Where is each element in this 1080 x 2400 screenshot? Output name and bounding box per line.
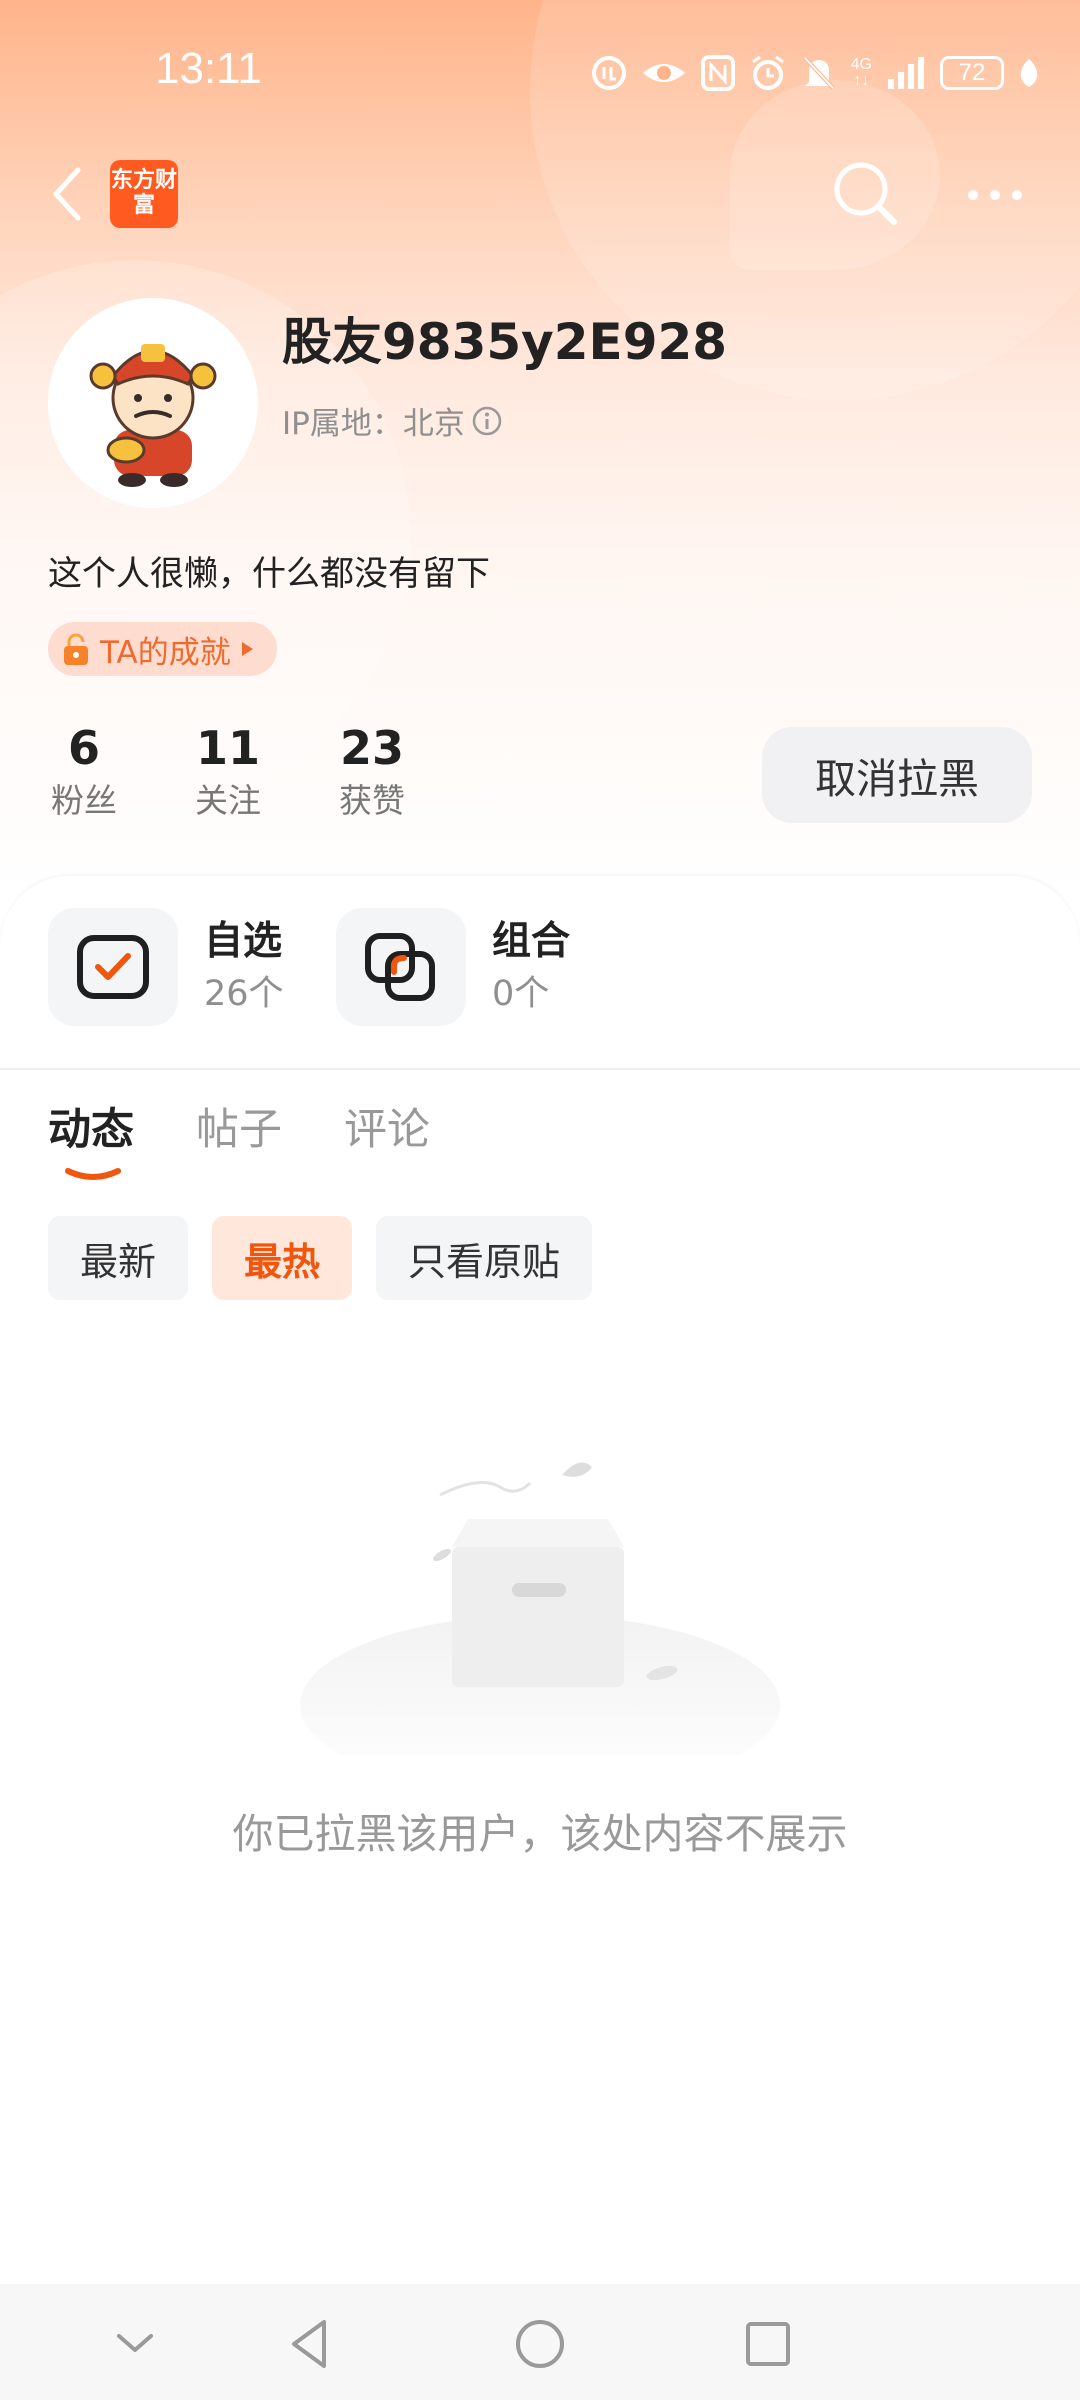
circle-home-icon <box>516 2320 564 2368</box>
stat-likes[interactable]: 23 获赞 <box>312 718 432 824</box>
watchlist-icon-box <box>48 908 178 1026</box>
leaf-icon <box>1020 59 1038 87</box>
info-icon[interactable] <box>471 405 503 437</box>
mute-icon <box>803 56 835 90</box>
nfc-icon <box>700 55 735 91</box>
nav-back-button[interactable] <box>280 2314 340 2374</box>
stat-following[interactable]: 11 关注 <box>168 718 288 824</box>
status-icons: 4G ↑↓ 72 <box>591 48 1040 98</box>
portfolio-count: 0个 <box>492 974 550 1014</box>
content-tabs: 动态 帖子 评论 <box>48 1100 430 1160</box>
tab-activity[interactable]: 动态 <box>48 1100 134 1160</box>
battery-indicator: 72 <box>940 56 1004 90</box>
chevron-left-icon <box>53 167 81 221</box>
empty-box-illustration <box>300 1462 780 1755</box>
nav-collapse-button[interactable] <box>105 2314 165 2374</box>
app-logo[interactable]: 东方财富 <box>110 160 178 228</box>
search-icon <box>834 162 897 225</box>
chevron-down-icon <box>117 2334 153 2352</box>
data-saver-icon <box>591 56 626 90</box>
portfolio-icon-box <box>336 908 466 1026</box>
nav-home-button[interactable] <box>510 2314 570 2374</box>
avatar[interactable] <box>48 298 258 508</box>
filter-hottest[interactable]: 最热 <box>212 1216 353 1300</box>
alarm-icon <box>751 55 784 90</box>
more-horizontal-icon <box>968 190 1022 200</box>
stacked-squares-icon <box>365 933 435 1001</box>
ip-location-text: IP属地：北京 <box>282 406 465 442</box>
filter-chips: 最新 最热 只看原贴 <box>48 1216 593 1300</box>
achievement-label: TA的成就 <box>100 634 231 671</box>
portfolio-entry[interactable]: 组合 0个 <box>336 908 570 1026</box>
watchlist-count: 26个 <box>204 974 284 1014</box>
signal-icon <box>888 57 924 89</box>
triangle-left-icon <box>292 2320 326 2368</box>
square-recents-icon <box>746 2322 790 2366</box>
achievement-badge[interactable]: TA的成就 <box>48 622 277 676</box>
tab-posts[interactable]: 帖子 <box>196 1100 282 1160</box>
nav-recents-button[interactable] <box>738 2314 798 2374</box>
watchlist-entry[interactable]: 自选 26个 <box>48 908 284 1026</box>
lock-icon <box>64 633 88 665</box>
checkbox-icon <box>77 935 149 999</box>
network-type: 4G ↑↓ <box>850 56 872 89</box>
stat-followers[interactable]: 6 粉丝 <box>24 718 144 824</box>
avatar-illustration <box>48 298 258 508</box>
filter-original-only[interactable]: 只看原贴 <box>376 1216 593 1300</box>
unblock-button[interactable]: 取消拉黑 <box>762 727 1032 823</box>
triangle-right-icon <box>241 642 253 656</box>
eye-icon <box>642 64 685 82</box>
active-tab-indicator <box>65 1168 121 1180</box>
back-button[interactable] <box>44 164 94 224</box>
search-button[interactable] <box>830 158 900 228</box>
section-divider <box>0 1068 1080 1070</box>
status-time: 13:11 <box>155 44 262 93</box>
watchlist-title: 自选 <box>204 919 283 964</box>
tab-comments[interactable]: 评论 <box>344 1100 430 1160</box>
portfolio-title: 组合 <box>492 919 571 964</box>
filter-latest[interactable]: 最新 <box>48 1216 189 1300</box>
top-nav: 东方财富 <box>0 150 1080 240</box>
more-button[interactable] <box>965 170 1025 220</box>
profile-stats: 6 粉丝 11 关注 23 获赞 <box>0 718 480 828</box>
ip-location: IP属地：北京 <box>282 398 503 443</box>
empty-state-message: 你已拉黑该用户，该处内容不展示 <box>232 1810 848 1858</box>
system-nav-bar <box>0 2284 1080 2400</box>
bio: 这个人很懒，什么都没有留下 <box>48 554 490 594</box>
username: 股友9835y2E928 <box>282 313 728 371</box>
status-bar: 13:11 4G ↑↓ 72 <box>0 0 1080 140</box>
